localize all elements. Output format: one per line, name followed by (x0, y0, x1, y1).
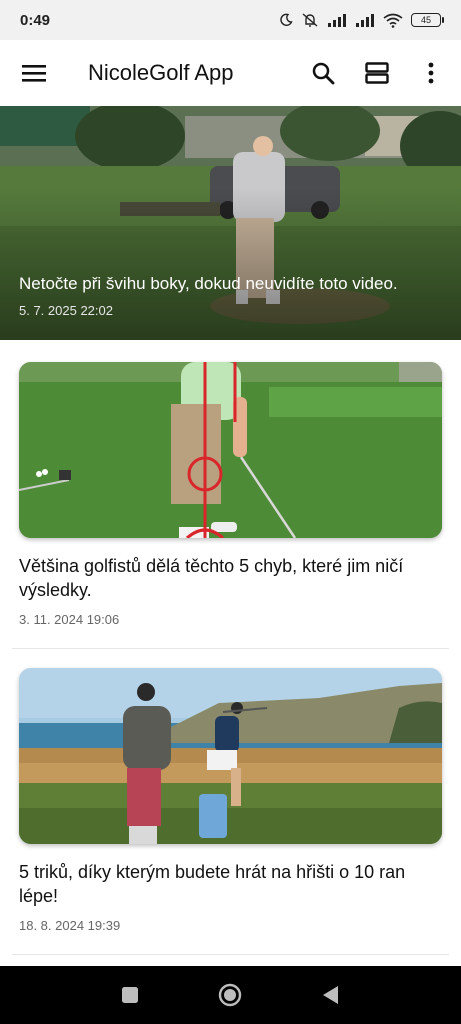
mute-vibrate-icon (301, 12, 319, 28)
featured-article[interactable]: Netočte při švihu boky, dokud neuvidíte … (0, 106, 461, 340)
system-nav-bar (0, 966, 461, 1024)
featured-date: 5. 7. 2025 22:02 (19, 303, 113, 318)
featured-title[interactable]: Netočte při švihu boky, dokud neuvidíte … (19, 274, 398, 294)
recents-square-icon[interactable] (115, 980, 145, 1010)
moon-icon (279, 13, 293, 27)
article-card[interactable]: Většina golfistů dělá těchto 5 chyb, kte… (19, 362, 442, 627)
article-date: 3. 11. 2024 19:06 (19, 612, 120, 627)
menu-icon[interactable] (20, 59, 48, 87)
wifi-icon (383, 13, 403, 28)
battery-icon: 45 (411, 13, 444, 27)
article-image (19, 362, 442, 538)
home-circle-icon[interactable] (215, 980, 245, 1010)
divider (12, 648, 449, 649)
status-bar: 0:49 45 (0, 0, 461, 40)
article-card[interactable]: 5 triků, díky kterým budete hrát na hřiš… (19, 668, 442, 933)
divider (12, 954, 449, 955)
search-icon[interactable] (309, 59, 337, 87)
article-image (19, 668, 442, 844)
signal-icon (355, 13, 375, 27)
app-title: NicoleGolf App (88, 60, 234, 85)
more-vert-icon[interactable] (417, 59, 445, 87)
back-triangle-icon[interactable] (316, 980, 346, 1010)
status-time: 0:49 (20, 11, 51, 29)
app-actions (309, 59, 445, 87)
app-bar: NicoleGolf App (0, 40, 461, 106)
article-date: 18. 8. 2024 19:39 (19, 918, 121, 933)
status-icons: 45 (279, 12, 444, 28)
signal-icon (327, 13, 347, 27)
view-toggle-icon[interactable] (363, 59, 391, 87)
article-title[interactable]: Většina golfistů dělá těchto 5 chyb, kte… (19, 554, 442, 602)
battery-level: 45 (420, 15, 431, 25)
article-title[interactable]: 5 triků, díky kterým budete hrát na hřiš… (19, 860, 442, 908)
